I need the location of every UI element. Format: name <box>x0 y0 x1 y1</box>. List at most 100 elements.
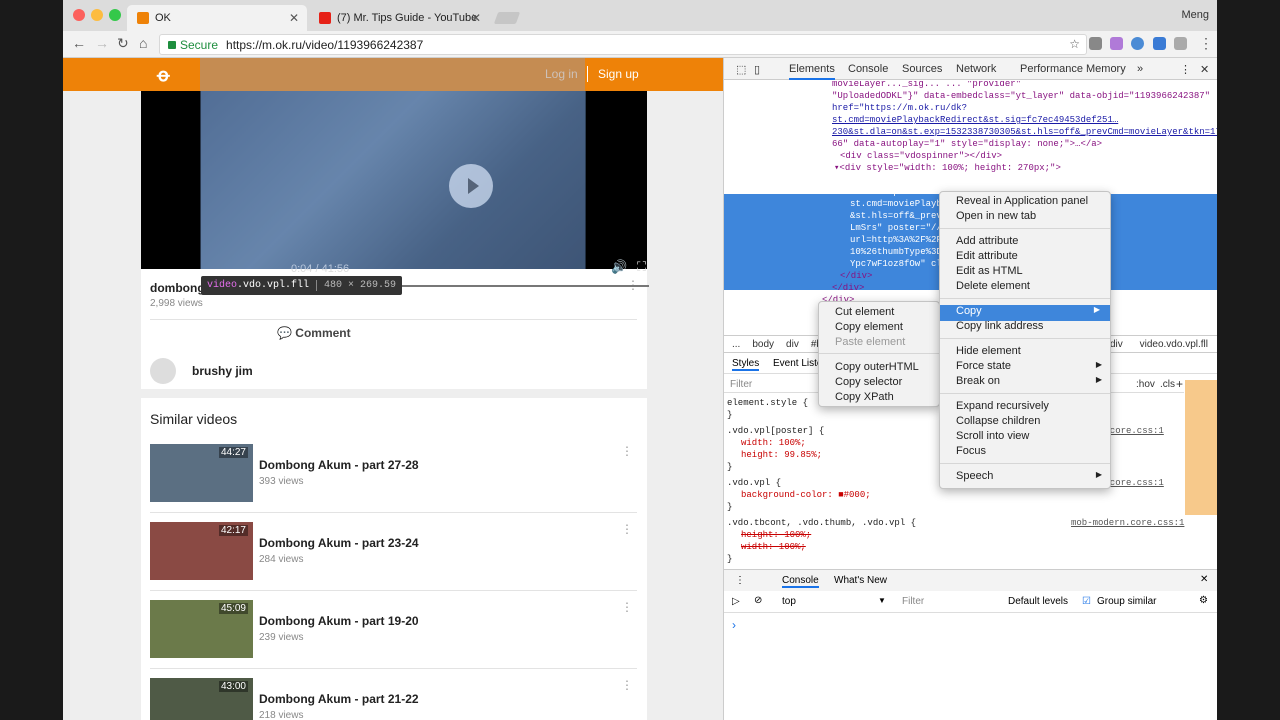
list-item[interactable]: 45:09 Dombong Akum - part 19-20 239 view… <box>150 600 637 660</box>
extension-icon[interactable] <box>1153 37 1166 50</box>
menu-copy-outerhtml[interactable]: Copy outerHTML <box>835 361 919 373</box>
menu-force-state[interactable]: Force state ▶ <box>956 360 1102 372</box>
menu-reveal-application[interactable]: Reveal in Application panel <box>956 195 1088 207</box>
code-line[interactable]: <video preload="none" controls controlsl… <box>850 174 1201 186</box>
hov-toggle[interactable]: :hov <box>1136 379 1155 390</box>
extension-icon[interactable] <box>1089 37 1102 50</box>
more-options-icon[interactable]: ⋮ <box>621 600 633 614</box>
menu-delete-element[interactable]: Delete element <box>956 280 1030 292</box>
tab-youtube[interactable]: (7) Mr. Tips Guide - YouTube ✕ <box>309 5 489 31</box>
code-line[interactable]: 66" data-autoplay="1" style="display: no… <box>832 138 1102 150</box>
breadcrumb-item[interactable]: div <box>1110 339 1123 350</box>
code-line[interactable]: <div class="vdospinner"></div> <box>840 150 1002 162</box>
cls-toggle[interactable]: .cls <box>1160 379 1175 390</box>
menu-copy-selector[interactable]: Copy selector <box>835 376 902 388</box>
extension-icon[interactable] <box>1174 37 1187 50</box>
close-drawer-icon[interactable]: ✕ <box>1200 574 1208 585</box>
drawer-tab-console[interactable]: Console <box>782 575 819 588</box>
code-line[interactable]: </div> <box>832 282 864 294</box>
fullscreen-icon[interactable]: ⛶ <box>637 259 646 275</box>
tab-event-listeners[interactable]: Event Liste <box>773 358 822 369</box>
log-levels-select[interactable]: Default levels <box>1008 596 1068 607</box>
volume-icon[interactable]: 🔊 <box>611 259 627 275</box>
forward-icon[interactable]: → <box>95 35 109 51</box>
more-options-icon[interactable]: ⋮ <box>621 522 633 536</box>
code-line[interactable]: href="https://m.ok.ru/dk? <box>832 102 967 114</box>
menu-collapse-children[interactable]: Collapse children <box>956 415 1040 427</box>
close-tab-icon[interactable]: ✕ <box>471 11 481 25</box>
breadcrumb-item[interactable]: ... <box>732 339 740 350</box>
context-select[interactable]: top <box>782 596 796 607</box>
video-thumbnail[interactable]: 43:00 <box>150 678 253 720</box>
menu-open-new-tab[interactable]: Open in new tab <box>956 210 1036 222</box>
more-options-icon[interactable]: ⋮ <box>621 444 633 458</box>
item-title[interactable]: Dombong Akum - part 19-20 <box>259 614 419 628</box>
styles-filter-input[interactable]: Filter <box>730 379 752 390</box>
menu-hide-element[interactable]: Hide element <box>956 345 1021 357</box>
extension-icon[interactable] <box>1110 37 1123 50</box>
menu-focus[interactable]: Focus <box>956 445 986 457</box>
avatar[interactable] <box>150 358 176 384</box>
code-line[interactable]: 230&st.dla=on&st.exp=1532338730305&st.hl… <box>832 126 1217 138</box>
rule-source-link[interactable]: mob-modern.core.css:1 <box>1071 517 1184 529</box>
list-item[interactable]: 42:17 Dombong Akum - part 23-24 284 view… <box>150 522 637 582</box>
video-thumbnail[interactable]: 42:17 <box>150 522 253 580</box>
new-tab-button[interactable] <box>493 12 521 24</box>
video-title[interactable]: dombong <box>150 281 205 295</box>
console-settings-icon[interactable]: ⚙ <box>1199 595 1208 606</box>
tab-network[interactable]: Network <box>956 63 996 75</box>
tab-elements[interactable]: Elements <box>789 63 835 80</box>
item-title[interactable]: Dombong Akum - part 21-22 <box>259 692 419 706</box>
code-line[interactable]: st.cmd=moviePlaybackRedirect&st.sig=fc7e… <box>832 114 1118 126</box>
breadcrumb-item[interactable]: body <box>752 339 774 350</box>
close-window-button[interactable] <box>73 9 85 21</box>
video-thumbnail[interactable]: 45:09 <box>150 600 253 658</box>
signup-link[interactable]: Sign up <box>598 67 639 81</box>
tab-sources[interactable]: Sources <box>902 63 942 75</box>
bookmark-star-icon[interactable]: ☆ <box>1069 37 1080 51</box>
menu-break-on[interactable]: Break on ▶ <box>956 375 1102 387</box>
more-options-icon[interactable]: ⋮ <box>621 678 633 692</box>
code-line[interactable]: </div> <box>840 270 872 282</box>
drawer-tab-whats-new[interactable]: What's New <box>834 575 887 586</box>
username[interactable]: brushy jim <box>192 364 253 378</box>
reload-icon[interactable]: ↻ <box>117 35 129 52</box>
more-tabs-icon[interactable]: » <box>1137 63 1143 75</box>
menu-add-attribute[interactable]: Add attribute <box>956 235 1018 247</box>
devtools-menu-icon[interactable]: ⋮ <box>1180 63 1191 76</box>
breadcrumb-current[interactable]: video.vdo.vpl.fll <box>1140 339 1208 350</box>
tab-memory[interactable]: Memory <box>1086 63 1126 75</box>
tab-console[interactable]: Console <box>848 63 888 75</box>
menu-edit-attribute[interactable]: Edit attribute <box>956 250 1018 262</box>
style-rule[interactable]: .vdo.tbcont, .vdo.thumb, .vdo.vpl { mob-… <box>727 517 1187 565</box>
show-sidebar-icon[interactable]: ▷ <box>732 596 740 607</box>
close-devtools-icon[interactable]: ✕ <box>1200 63 1209 76</box>
tab-ok[interactable]: OK ✕ <box>127 5 307 31</box>
drawer-menu-icon[interactable]: ⋮ <box>735 575 745 586</box>
console-filter-input[interactable]: Filter <box>902 596 924 607</box>
comment-button[interactable]: 💬 Comment <box>277 326 351 340</box>
maximize-window-button[interactable] <box>109 9 121 21</box>
close-tab-icon[interactable]: ✕ <box>289 11 299 25</box>
extension-icon[interactable] <box>1131 37 1144 50</box>
list-item[interactable]: 43:00 Dombong Akum - part 21-22 218 view… <box>150 678 637 720</box>
menu-speech[interactable]: Speech ▶ <box>956 470 1102 482</box>
menu-kebab-icon[interactable]: ⋮ <box>1199 35 1213 52</box>
menu-cut-element[interactable]: Cut element <box>835 306 894 318</box>
item-title[interactable]: Dombong Akum - part 23-24 <box>259 536 419 550</box>
list-item[interactable]: 44:27 Dombong Akum - part 27-28 393 view… <box>150 444 637 504</box>
console-prompt[interactable]: › <box>732 618 736 632</box>
group-similar-checkbox[interactable]: ☑ <box>1082 596 1091 607</box>
code-line[interactable]: "UploadedODKL"}" data-embedclass="yt_lay… <box>832 90 1210 102</box>
device-toggle-icon[interactable]: ▯ <box>754 63 760 76</box>
clear-console-icon[interactable]: ⊘ <box>754 595 762 606</box>
menu-copy-xpath[interactable]: Copy XPath <box>835 391 894 403</box>
style-rule[interactable]: element.style { } <box>727 397 808 421</box>
profile-name[interactable]: Meng <box>1181 9 1209 21</box>
ok-logo-icon[interactable]: ꝋ <box>157 65 170 86</box>
address-bar[interactable]: Secure https://m.ok.ru/video/11939662423… <box>159 34 1087 55</box>
breadcrumb-item[interactable]: div <box>786 339 799 350</box>
back-icon[interactable]: ← <box>72 35 86 51</box>
code-line[interactable]: ▾<div style="width: 100%; height: 270px;… <box>834 162 1061 174</box>
menu-copy-link-address[interactable]: Copy link address <box>956 320 1043 332</box>
